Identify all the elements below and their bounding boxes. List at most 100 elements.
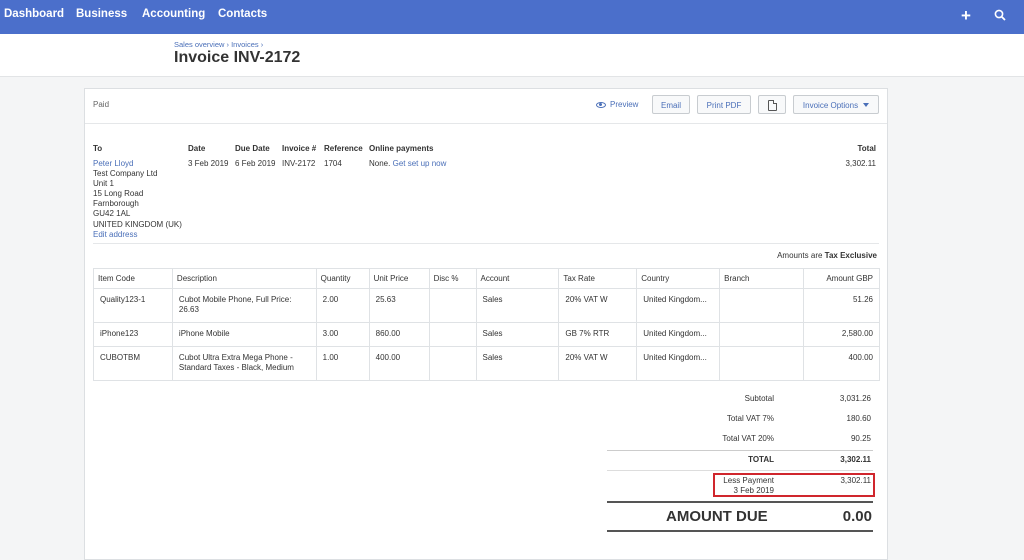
- item-unit-price: 25.63: [368, 288, 430, 323]
- item-discount: [428, 346, 477, 381]
- vat-7-value: 180.60: [846, 414, 871, 423]
- reference-value: 1704: [324, 159, 342, 168]
- item-tax-rate: 20% VAT W: [558, 346, 638, 381]
- column-header: Account: [475, 268, 560, 289]
- item-quantity: 3.00: [315, 322, 370, 347]
- address-line: 15 Long Road: [93, 189, 144, 199]
- address-line: Farnborough: [93, 199, 139, 209]
- item-description: Cubot Mobile Phone, Full Price: 26.63: [171, 288, 317, 323]
- item-amount: 51.26: [803, 288, 880, 323]
- table-header-row: Item Code Description Quantity Unit Pric…: [93, 268, 880, 289]
- email-button[interactable]: Email: [652, 95, 690, 114]
- address-line: GU42 1AL: [93, 209, 131, 219]
- billing-address: Peter Lloyd Test Company Ltd Unit 1 15 L…: [93, 159, 182, 240]
- amount-due-divider: [607, 501, 873, 503]
- subtotal-label: Subtotal: [744, 394, 774, 403]
- item-code: iPhone123: [93, 322, 173, 347]
- line-items-table: Item Code Description Quantity Unit Pric…: [93, 268, 880, 381]
- preview-link[interactable]: Preview: [596, 100, 638, 109]
- top-nav-bar: Dashboard Business Accounting Contacts +: [0, 0, 1024, 34]
- item-account: Sales: [475, 346, 560, 381]
- nav-accounting[interactable]: Accounting: [142, 8, 205, 20]
- column-header: Amount GBP: [803, 268, 880, 289]
- item-quantity: 2.00: [315, 288, 370, 323]
- address-line: UNITED KINGDOM (UK): [93, 219, 182, 229]
- column-header: Item Code: [93, 268, 173, 289]
- toolbar-divider: [85, 123, 887, 124]
- search-icon[interactable]: [994, 9, 1006, 25]
- item-code: CUBOTBM: [93, 346, 173, 381]
- vat-20-label: Total VAT 20%: [722, 434, 774, 443]
- online-payments-value: None. Get set up now: [369, 159, 447, 168]
- column-header: Disc %: [428, 268, 477, 289]
- item-tax-rate: 20% VAT W: [558, 288, 638, 323]
- invoice-options-button[interactable]: Invoice Options: [793, 95, 879, 114]
- invoice-number: INV-2172: [282, 159, 316, 168]
- invoice-number-label: Invoice #: [282, 144, 317, 153]
- item-discount: [428, 288, 477, 323]
- item-description: Cubot Ultra Extra Mega Phone - Standard …: [171, 346, 317, 381]
- amount-due-divider: [607, 530, 873, 532]
- item-unit-price: 400.00: [368, 346, 430, 381]
- item-account: Sales: [475, 322, 560, 347]
- item-discount: [428, 322, 477, 347]
- address-line: Test Company Ltd: [93, 169, 158, 179]
- setup-payments-link[interactable]: Get set up now: [393, 159, 447, 168]
- totals-divider: [607, 470, 873, 471]
- table-row: CUBOTBM Cubot Ultra Extra Mega Phone - S…: [93, 346, 880, 381]
- item-country: United Kingdom...: [636, 322, 721, 347]
- total-label: TOTAL: [748, 455, 774, 464]
- column-header: Quantity: [315, 268, 370, 289]
- item-quantity: 1.00: [315, 346, 370, 381]
- page-title: Invoice INV-2172: [174, 49, 301, 66]
- reference-label: Reference: [324, 144, 363, 153]
- item-branch: [719, 288, 804, 323]
- total-label: Total: [857, 144, 876, 153]
- online-payments-label: Online payments: [369, 144, 434, 153]
- nav-business[interactable]: Business: [76, 8, 127, 20]
- table-row: Quality123-1 Cubot Mobile Phone, Full Pr…: [93, 288, 880, 323]
- item-branch: [719, 346, 804, 381]
- status-badge: Paid: [93, 100, 110, 109]
- print-pdf-button[interactable]: Print PDF: [697, 95, 751, 114]
- totals-divider: [607, 450, 873, 451]
- contact-link[interactable]: Peter Lloyd: [93, 159, 182, 169]
- column-header: Country: [636, 268, 721, 289]
- invoice-date: 3 Feb 2019: [188, 159, 229, 168]
- item-unit-price: 860.00: [368, 322, 430, 347]
- payment-highlight-box: [713, 473, 875, 497]
- column-header: Unit Price: [368, 268, 430, 289]
- address-divider: [93, 243, 879, 244]
- copy-icon: [767, 100, 777, 111]
- column-header: Branch: [719, 268, 804, 289]
- table-row: iPhone123 iPhone Mobile 3.00 860.00 Sale…: [93, 322, 880, 347]
- nav-dashboard[interactable]: Dashboard: [4, 8, 64, 20]
- item-account: Sales: [475, 288, 560, 323]
- to-label: To: [93, 144, 103, 153]
- column-header: Description: [171, 268, 317, 289]
- edit-address-link[interactable]: Edit address: [93, 230, 182, 240]
- plus-icon[interactable]: +: [961, 7, 971, 24]
- nav-contacts[interactable]: Contacts: [218, 8, 267, 20]
- copy-button[interactable]: [758, 95, 786, 114]
- due-date-label: Due Date: [235, 144, 270, 153]
- item-amount: 2,580.00: [803, 322, 880, 347]
- title-bar: [0, 34, 1024, 77]
- due-date: 6 Feb 2019: [235, 159, 276, 168]
- eye-icon: [596, 102, 606, 108]
- column-header: Tax Rate: [558, 268, 638, 289]
- chevron-down-icon: [863, 103, 870, 107]
- item-code: Quality123-1: [93, 288, 173, 323]
- invoice-total: 3,302.11: [845, 159, 876, 168]
- amount-due-label: AMOUNT DUE: [666, 508, 768, 525]
- subtotal-value: 3,031.26: [839, 394, 871, 403]
- amount-due-value: 0.00: [842, 508, 872, 525]
- item-country: United Kingdom...: [636, 346, 721, 381]
- total-value: 3,302.11: [840, 455, 871, 464]
- vat-20-value: 90.25: [850, 434, 871, 443]
- address-line: Unit 1: [93, 179, 114, 189]
- item-description: iPhone Mobile: [171, 322, 317, 347]
- breadcrumb[interactable]: Sales overview › Invoices ›: [174, 40, 263, 49]
- vat-7-label: Total VAT 7%: [726, 414, 774, 423]
- item-country: United Kingdom...: [636, 288, 721, 323]
